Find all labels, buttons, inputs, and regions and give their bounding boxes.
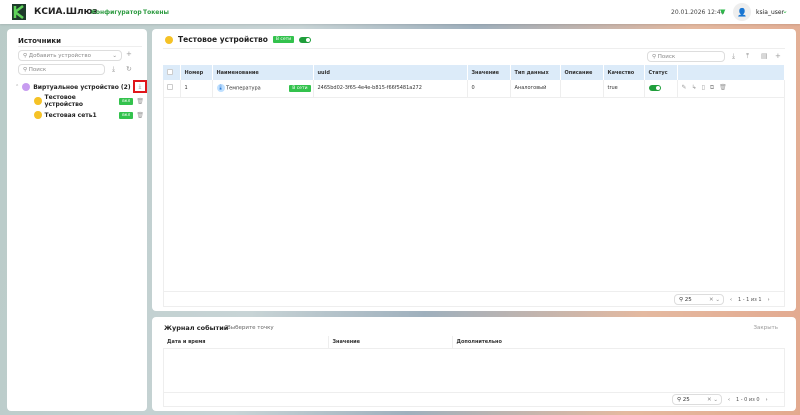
- search-placeholder: Поиск: [657, 53, 676, 60]
- nav-tokens[interactable]: Токены: [143, 9, 169, 16]
- link-icon[interactable]: ↳: [692, 84, 702, 91]
- table-row[interactable]: 1 🌡 Температура В сети 2465bd02-3f65-4e4e…: [163, 80, 785, 98]
- col-quality[interactable]: Качество: [603, 65, 645, 80]
- clear-chevron-icon[interactable]: ✕ ⌄: [707, 397, 718, 403]
- page-size-value: 25: [684, 296, 692, 303]
- folder-icon: [22, 83, 31, 91]
- table-header: Дата и время Значение Дополнительно: [163, 336, 785, 349]
- trash-icon[interactable]: 🗑: [719, 84, 732, 91]
- points-table-frame: [163, 65, 785, 307]
- sources-panel: Источники ⚲ Добавить устройство ⌄ + ⚲ Пои…: [7, 29, 147, 411]
- top-header: КСИА.Шлюз Конфигуратор Токены 20.01.2026…: [0, 0, 800, 24]
- copy-icon[interactable]: ⧉: [710, 84, 719, 91]
- wifi-icon: ▼: [720, 8, 726, 16]
- prev-page-icon[interactable]: ‹: [728, 397, 730, 403]
- device-toggle[interactable]: [299, 36, 312, 43]
- add-device-placeholder: Добавить устройство: [28, 52, 91, 59]
- device-title: Тестовое устройство: [178, 35, 268, 44]
- document-icon[interactable]: ▤: [761, 53, 768, 60]
- brand-name: КСИА.Шлюз: [34, 7, 98, 17]
- cell-description: [560, 80, 604, 98]
- tree-item-virtual-device[interactable]: ⌃ Виртуальное устройство (2): [15, 81, 143, 93]
- select-all-checkbox[interactable]: [167, 68, 173, 75]
- enabled-badge: вкл: [119, 111, 134, 119]
- chevron-down-icon: ⌄: [112, 52, 117, 59]
- row-checkbox[interactable]: [167, 84, 173, 91]
- enabled-badge: вкл: [119, 97, 134, 105]
- trash-icon[interactable]: 🗑: [136, 112, 144, 119]
- export-icon[interactable]: ⤓: [133, 80, 147, 93]
- username[interactable]: ksia_user: [756, 9, 784, 16]
- user-avatar[interactable]: 👤: [733, 3, 751, 21]
- table-search-input[interactable]: ⚲ Поиск: [647, 51, 725, 62]
- next-page-icon[interactable]: ›: [766, 397, 768, 403]
- page-info: 1 - 0 из 0: [736, 396, 760, 403]
- cell-number: 1: [180, 80, 213, 98]
- points-table: Номер Наименование uuid Значение Тип дан…: [163, 65, 785, 98]
- chevron-up-icon[interactable]: ⌃: [15, 84, 19, 90]
- sidebar-title: Источники: [18, 37, 62, 45]
- upload-icon[interactable]: ⤒: [746, 53, 749, 60]
- logo-icon: [12, 4, 26, 20]
- refresh-icon[interactable]: ↻: [126, 66, 132, 73]
- online-badge: В сети: [289, 85, 311, 92]
- cell-uuid: 2465bd02-3f65-4e4e-b815-f66f5481a272: [313, 80, 468, 98]
- pagination: ⚲ 25 ✕ ⌄ ‹ 1 - 1 из 1 ›: [674, 294, 770, 305]
- download-icon[interactable]: ⤓: [112, 66, 115, 73]
- col-number[interactable]: Номер: [180, 65, 213, 80]
- cell-name: Температура: [226, 85, 261, 92]
- device-icon: [34, 111, 42, 119]
- device-icon: [165, 35, 173, 44]
- page-size-value: 25: [682, 396, 690, 403]
- next-page-icon[interactable]: ›: [768, 297, 770, 303]
- online-badge: В сети: [272, 36, 295, 43]
- tree-item-label: Виртуальное устройство (2): [33, 83, 131, 91]
- thermometer-icon: 🌡: [216, 84, 225, 93]
- tree-item-test-device[interactable]: Тестовое устройство вкл 🗑: [34, 94, 144, 108]
- book-icon[interactable]: ▯: [702, 84, 710, 91]
- add-icon[interactable]: +: [775, 53, 781, 60]
- page-size-select[interactable]: ⚲ 25 ✕ ⌄: [672, 394, 722, 405]
- close-journal-button[interactable]: Закрыть: [754, 325, 779, 331]
- trash-icon[interactable]: 🗑: [136, 98, 144, 105]
- device-icon: [34, 97, 42, 105]
- tree-item-test-network[interactable]: Тестовая сеть1 вкл 🗑: [34, 109, 144, 121]
- device-panel: Тестовое устройство В сети ⚲ Поиск ⤓ ⤒ ▤…: [152, 29, 796, 311]
- journal-pagination: ⚲ 25 ✕ ⌄ ‹ 1 - 0 из 0 ›: [672, 394, 768, 405]
- tree-item-label: Тестовое устройство: [44, 94, 84, 108]
- prev-page-icon[interactable]: ‹: [730, 297, 732, 303]
- col-additional[interactable]: Дополнительно: [452, 336, 785, 349]
- clear-chevron-icon[interactable]: ✕ ⌄: [709, 297, 720, 303]
- col-status[interactable]: Статус: [644, 65, 678, 80]
- col-name[interactable]: Наименование: [212, 65, 314, 80]
- edit-icon[interactable]: ✎: [682, 84, 692, 91]
- col-value[interactable]: Значение: [467, 65, 511, 80]
- journal-panel: Журнал событий Выберите точку Закрыть Да…: [152, 317, 796, 411]
- add-icon[interactable]: +: [126, 51, 132, 58]
- journal-subtitle: Выберите точку: [227, 325, 274, 331]
- cell-quality: true: [603, 80, 645, 98]
- col-value[interactable]: Значение: [328, 336, 453, 349]
- table-header: Номер Наименование uuid Значение Тип дан…: [163, 65, 785, 80]
- status-toggle[interactable]: [648, 85, 661, 91]
- col-uuid[interactable]: uuid: [313, 65, 468, 80]
- page-size-select[interactable]: ⚲ 25 ✕ ⌄: [674, 294, 724, 305]
- col-description[interactable]: Описание: [560, 65, 604, 80]
- col-type[interactable]: Тип данных: [510, 65, 561, 80]
- chevron-down-icon[interactable]: ⌄: [782, 7, 788, 15]
- search-placeholder: Поиск: [28, 66, 47, 73]
- journal-title: Журнал событий: [164, 324, 229, 332]
- tree-item-label: Тестовая сеть1: [44, 111, 97, 119]
- page-info: 1 - 1 из 1: [738, 296, 762, 303]
- cell-type: Аналоговый: [510, 80, 561, 98]
- sidebar-search-input[interactable]: ⚲ Поиск: [18, 64, 105, 75]
- add-device-select[interactable]: ⚲ Добавить устройство ⌄: [18, 50, 122, 61]
- nav-configurator[interactable]: Конфигуратор: [91, 9, 142, 16]
- download-icon[interactable]: ⤓: [732, 53, 735, 60]
- journal-table: Дата и время Значение Дополнительно: [163, 336, 785, 349]
- cell-value: 0: [467, 80, 511, 98]
- datetime: 20.01.2026 12:40: [671, 9, 725, 16]
- col-datetime[interactable]: Дата и время: [163, 336, 329, 349]
